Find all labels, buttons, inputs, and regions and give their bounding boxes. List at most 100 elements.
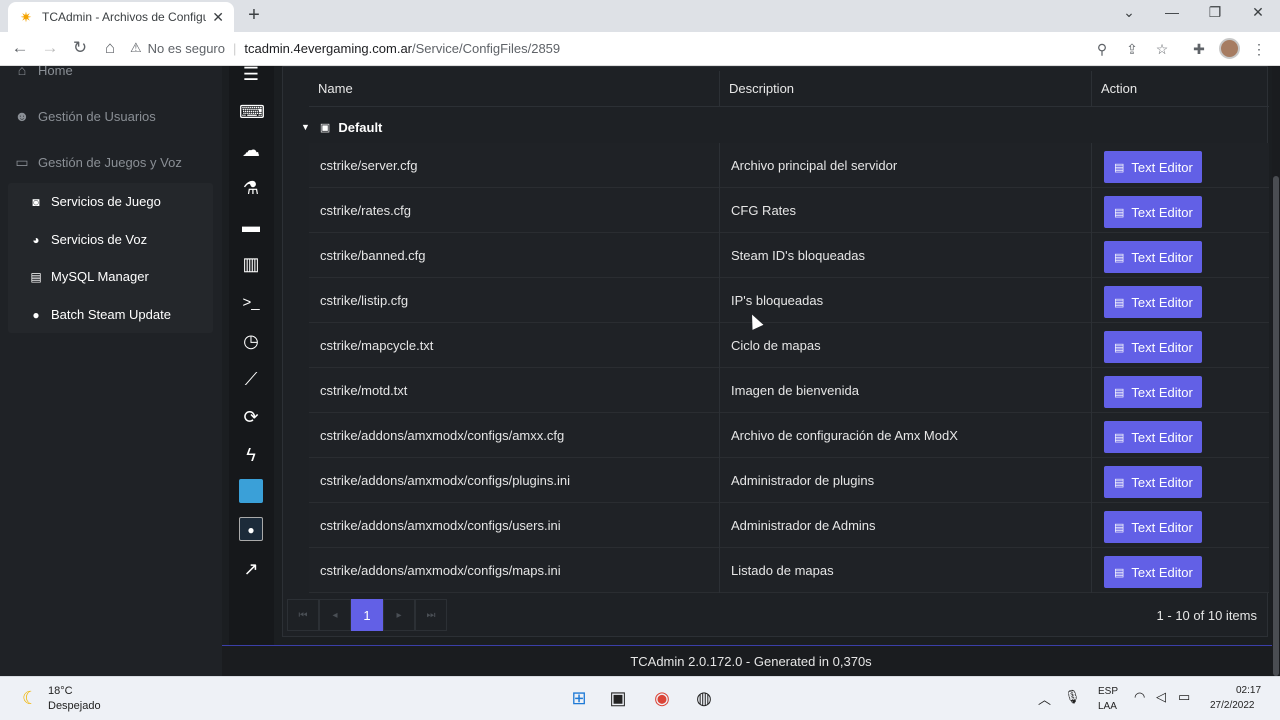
bolt-icon[interactable]: ϟ [239,443,263,467]
task-view-icon[interactable]: ▣ [606,686,630,710]
app-taskbar-icon[interactable]: ◍ [692,686,716,710]
next-page-button[interactable]: ▸ [383,599,415,631]
nav-home[interactable]: ⌂ Home [12,66,73,78]
extensions-icon[interactable]: ✚ [1190,41,1208,58]
refresh-icon[interactable]: ⟳ [239,405,263,429]
steam-app-icon[interactable]: ● [239,517,263,541]
edit-file-icon: ▤ [1114,431,1125,444]
table-row: cstrike/banned.cfg Steam ID's bloqueadas… [309,233,1269,278]
file-description: Imagen de bienvenida [719,368,1091,413]
action-cell: ▤ Text Editor [1091,368,1269,413]
page-scrollbar[interactable] [1272,66,1280,676]
sub-item-game-services[interactable]: ◙ Servicios de Juego [27,194,160,209]
file-description: Administrador de plugins [719,458,1091,503]
zoom-icon[interactable]: ⚲ [1093,41,1111,58]
chart-icon[interactable]: ⟋ [239,367,263,391]
tab-search-icon[interactable]: ⌄ [1114,4,1144,21]
reload-icon[interactable]: ↻ [70,38,90,58]
page-number-button[interactable]: 1 [351,599,383,631]
tray-chevron-icon[interactable]: ︿ [1038,689,1051,708]
chrome-icon[interactable]: ◉ [650,686,674,710]
browser-tabbar: ✷ TCAdmin - Archivos de Configura ✕ + ⌄ … [0,0,1280,32]
close-window-button[interactable]: ✕ [1243,4,1273,21]
file-icon[interactable]: ▥ [239,252,263,276]
close-tab-icon[interactable]: ✕ [212,9,224,26]
clock-date[interactable]: 27/2/2022 [1210,700,1255,711]
file-name: cstrike/addons/amxmodx/configs/maps.ini [320,563,561,578]
address-bar[interactable]: ⚠ No es seguro | tcadmin.4evergaming.com… [130,34,1180,62]
edit-file-icon: ▤ [1114,566,1125,579]
pagination: ⏮ ◂ 1 ▸ ⏭ [287,599,447,631]
nav-games-voice[interactable]: ▭ Gestión de Juegos y Voz [12,154,181,171]
config-files-panel: Name Description Action ▼ ▣ Default cstr… [282,66,1269,637]
file-name: cstrike/banned.cfg [320,248,426,263]
file-name: cstrike/addons/amxmodx/configs/plugins.i… [320,473,571,488]
text-editor-button[interactable]: ▤ Text Editor [1104,241,1202,273]
battery-icon[interactable]: ▭ [1178,689,1190,705]
file-name: cstrike/motd.txt [320,383,408,398]
text-editor-button[interactable]: ▤ Text Editor [1104,376,1202,408]
menu-icon[interactable]: ⋮ [1250,41,1268,58]
group-row-default[interactable]: ▼ ▣ Default [301,109,382,145]
settings-sliders-icon[interactable]: ☰ [239,66,263,86]
clock-time[interactable]: 02:17 [1236,685,1261,696]
folder-icon[interactable]: ▬ [239,214,263,238]
edit-file-icon: ▤ [1114,296,1125,309]
collapse-arrow-icon[interactable]: ▼ [301,122,310,132]
microphone-icon[interactable]: 🎙 [1064,689,1081,705]
file-name: cstrike/mapcycle.txt [320,338,434,353]
home-icon[interactable]: ⌂ [100,38,120,58]
volume-icon[interactable]: ◁ [1156,689,1166,705]
prev-page-button[interactable]: ◂ [319,599,351,631]
wifi-icon[interactable]: ◠ [1134,689,1145,705]
weather-description: Despejado [48,700,101,712]
scrollbar-thumb[interactable] [1273,176,1279,676]
text-editor-button[interactable]: ▤ Text Editor [1104,556,1202,588]
console-icon[interactable]: >_ [239,291,263,315]
file-name: cstrike/listip.cfg [320,293,409,308]
language-code[interactable]: ESP [1098,686,1118,697]
windows-start-icon[interactable]: ⊞ [567,686,591,710]
app-icon[interactable] [239,479,263,503]
external-link-icon[interactable]: ↗ [239,557,263,581]
keyboard-icon[interactable]: ⌨ [239,100,265,124]
text-editor-button[interactable]: ▤ Text Editor [1104,421,1202,453]
sub-item-label: MySQL Manager [51,269,149,284]
bookmark-star-icon[interactable]: ☆ [1153,41,1171,58]
keyboard-layout[interactable]: LAA [1098,701,1117,712]
clock-icon[interactable]: ◷ [239,329,263,353]
nav-users[interactable]: ☻ Gestión de Usuarios [12,108,156,124]
column-header-name[interactable]: Name [309,71,719,107]
back-icon[interactable]: ← [10,38,30,58]
cloud-download-icon[interactable]: ☁ [239,138,263,162]
sub-item-mysql-manager[interactable]: ▤ MySQL Manager [27,269,149,284]
flask-icon[interactable]: ⚗ [239,176,263,200]
minimize-button[interactable]: — [1157,4,1187,20]
text-editor-button[interactable]: ▤ Text Editor [1104,466,1202,498]
warning-icon: ⚠ [130,40,142,55]
text-editor-button[interactable]: ▤ Text Editor [1104,286,1202,318]
text-editor-label: Text Editor [1131,384,1193,400]
first-page-button[interactable]: ⏮ [287,599,319,631]
text-editor-button[interactable]: ▤ Text Editor [1104,331,1202,363]
action-cell: ▤ Text Editor [1091,458,1269,503]
steam-icon: ● [32,307,40,322]
new-tab-button[interactable]: + [244,4,264,27]
column-header-description[interactable]: Description [719,71,1091,107]
text-editor-button[interactable]: ▤ Text Editor [1104,151,1202,183]
maximize-button[interactable]: ❐ [1200,4,1230,21]
weather-temperature: 18°C [48,685,73,697]
left-navigation: ⌂ Home ☻ Gestión de Usuarios ▭ Gestión d… [0,66,222,676]
text-editor-button[interactable]: ▤ Text Editor [1104,196,1202,228]
sub-item-voice-services[interactable]: ◕ Servicios de Voz [27,232,147,247]
profile-avatar[interactable] [1219,38,1240,59]
text-editor-button[interactable]: ▤ Text Editor [1104,511,1202,543]
browser-tab[interactable]: ✷ TCAdmin - Archivos de Configura ✕ [8,2,234,32]
forward-icon[interactable]: → [40,38,60,58]
sub-item-batch-steam[interactable]: ● Batch Steam Update [27,307,171,322]
weather-moon-icon[interactable]: ☾ [22,688,38,709]
action-cell: ▤ Text Editor [1091,188,1269,233]
last-page-button[interactable]: ⏭ [415,599,447,631]
share-icon[interactable]: ⇪ [1123,41,1141,58]
table-row: cstrike/listip.cfg IP's bloqueadas ▤ Text… [309,278,1269,323]
